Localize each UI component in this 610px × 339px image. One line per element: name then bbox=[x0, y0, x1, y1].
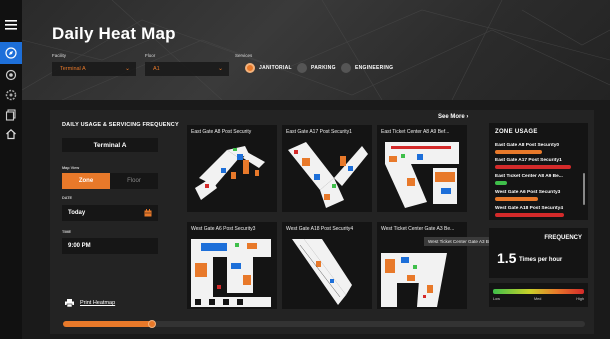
map-tile[interactable]: West Ticket Center Gate A3 Be... bbox=[377, 222, 467, 309]
zone-usage-bar bbox=[495, 181, 508, 185]
chevron-right-icon: › bbox=[466, 114, 469, 120]
radio-unselected[interactable] bbox=[297, 63, 307, 73]
legend-med: Med bbox=[534, 297, 542, 301]
legend-low: Low bbox=[493, 297, 500, 301]
radio-unselected[interactable] bbox=[341, 63, 351, 73]
zone-usage-bar bbox=[495, 165, 571, 169]
chevron-down-icon: ⌄ bbox=[217, 66, 223, 72]
floor-plan-map bbox=[385, 142, 459, 208]
map-pin-icon[interactable] bbox=[3, 67, 19, 83]
service-engineering[interactable]: ENGINEERING bbox=[341, 63, 393, 73]
zone-item[interactable]: East Gate A17 Post Security1 bbox=[495, 158, 581, 169]
map-tile[interactable]: East Gate A8 Post Security bbox=[187, 125, 277, 212]
header: Daily Heat Map Facility Terminal A ⌄ Flo… bbox=[22, 0, 610, 100]
calendar-icon bbox=[144, 209, 152, 217]
zone-name: East Gate A17 Post Security1 bbox=[495, 158, 562, 163]
date-picker[interactable]: Today bbox=[62, 205, 158, 221]
menu-icon[interactable] bbox=[3, 17, 19, 33]
timeline-slider[interactable] bbox=[63, 320, 585, 328]
chevron-down-icon: ⌄ bbox=[124, 66, 130, 72]
service-label: ENGINEERING bbox=[355, 65, 394, 71]
floor-plan-map bbox=[292, 239, 352, 305]
floor-plan-map bbox=[381, 253, 447, 307]
floor-plan-map bbox=[288, 142, 368, 208]
left-nav bbox=[0, 0, 22, 339]
background-texture bbox=[22, 0, 610, 100]
zone-name: West Gate A6 Post Security3 bbox=[495, 190, 561, 195]
tile-caption: West Ticket Center Gate A3 Be... bbox=[381, 226, 455, 232]
tile-caption: East Gate A8 Post Security bbox=[191, 129, 252, 135]
compass-icon[interactable] bbox=[0, 42, 22, 64]
zone-name: West Gate A18 Post Security4 bbox=[495, 206, 563, 211]
floor-value: A1 bbox=[153, 66, 160, 72]
time-value: 9:00 PM bbox=[68, 243, 91, 249]
facility-value: Terminal A bbox=[60, 66, 86, 72]
zone-item[interactable]: West Gate A18 Post Security4 bbox=[495, 206, 581, 217]
floor-plan-map bbox=[191, 239, 271, 307]
scrollbar[interactable] bbox=[583, 173, 585, 205]
view-floor-button[interactable]: Floor bbox=[110, 173, 158, 189]
frequency-unit: Times per hour bbox=[519, 257, 563, 263]
see-more-label: See More bbox=[438, 114, 465, 120]
floor-select[interactable]: A1 ⌄ bbox=[145, 62, 229, 76]
timeline-fill bbox=[63, 321, 152, 327]
panel-title: DAILY USAGE & SERVICING FREQUENCY bbox=[62, 122, 179, 128]
zone-usage-title: ZONE USAGE bbox=[495, 129, 538, 135]
time-label: TIME bbox=[62, 230, 72, 234]
tile-caption: East Gate A17 Post Security1 bbox=[286, 129, 352, 135]
radio-selected[interactable] bbox=[245, 63, 255, 73]
tile-caption: West Gate A6 Post Security3 bbox=[191, 226, 256, 232]
home-icon[interactable] bbox=[3, 126, 19, 142]
zone-usage-card: ZONE USAGE East Gate A8 Post Security0 E… bbox=[489, 123, 588, 220]
map-view-toggle: Zone Floor bbox=[62, 173, 158, 189]
floor-plan-map bbox=[195, 146, 265, 200]
map-tile[interactable]: West Gate A6 Post Security3 bbox=[187, 222, 277, 309]
frequency-value: 1.5 bbox=[497, 250, 517, 266]
map-tile[interactable]: East Gate A17 Post Security1 bbox=[282, 125, 372, 212]
floor-label: Floor bbox=[145, 53, 156, 58]
printer-icon bbox=[65, 299, 74, 307]
view-zone-button[interactable]: Zone bbox=[62, 173, 110, 189]
zone-usage-bar bbox=[495, 197, 538, 201]
service-parking[interactable]: PARKING bbox=[297, 63, 336, 73]
settings-icon[interactable] bbox=[3, 87, 19, 103]
print-heatmap-link[interactable]: Print Heatmap bbox=[65, 299, 115, 307]
zone-usage-bar bbox=[495, 150, 543, 154]
page-title: Daily Heat Map bbox=[52, 24, 176, 43]
service-label: JANITORIAL bbox=[259, 65, 292, 71]
service-janitorial[interactable]: JANITORIAL bbox=[245, 63, 292, 73]
zone-name: East Gate A8 Post Security0 bbox=[495, 143, 560, 148]
map-tile[interactable]: West Gate A18 Post Security4 bbox=[282, 222, 372, 309]
zone-item[interactable]: West Gate A6 Post Security3 bbox=[495, 190, 581, 201]
date-label: DATE bbox=[62, 196, 73, 200]
zone-item[interactable]: East Gate A8 Post Security0 bbox=[495, 143, 581, 154]
see-more-link[interactable]: See More › bbox=[438, 114, 468, 120]
print-label: Print Heatmap bbox=[80, 300, 116, 306]
frequency-card: FREQUENCY 1.5 Times per hour bbox=[489, 228, 588, 278]
zone-usage-bar bbox=[495, 213, 564, 217]
legend-high: High bbox=[576, 297, 584, 301]
services-label: Services bbox=[235, 53, 253, 58]
zone-item[interactable]: East Ticket Center A8 A9 Be... bbox=[495, 174, 581, 185]
facility-select[interactable]: Terminal A ⌄ bbox=[52, 62, 136, 76]
legend-gradient bbox=[493, 289, 584, 294]
terminal-name: Terminal A bbox=[62, 138, 158, 152]
tile-caption: East Ticket Center A8 A9 Bef... bbox=[381, 129, 450, 135]
date-value: Today bbox=[68, 210, 86, 216]
frequency-title: FREQUENCY bbox=[544, 235, 582, 241]
timeline-handle[interactable] bbox=[147, 320, 156, 328]
map-view-label: Map View bbox=[62, 166, 80, 170]
facility-label: Facility bbox=[52, 53, 67, 58]
tile-caption: West Gate A18 Post Security4 bbox=[286, 226, 354, 232]
copy-icon[interactable] bbox=[3, 107, 19, 123]
time-picker[interactable]: 9:00 PM bbox=[62, 238, 158, 254]
zone-name: East Ticket Center A8 A9 Be... bbox=[495, 174, 563, 179]
map-tile[interactable]: East Ticket Center A8 A9 Bef... bbox=[377, 125, 467, 212]
service-label: PARKING bbox=[311, 65, 336, 71]
heat-legend: Low Med High bbox=[489, 283, 588, 307]
